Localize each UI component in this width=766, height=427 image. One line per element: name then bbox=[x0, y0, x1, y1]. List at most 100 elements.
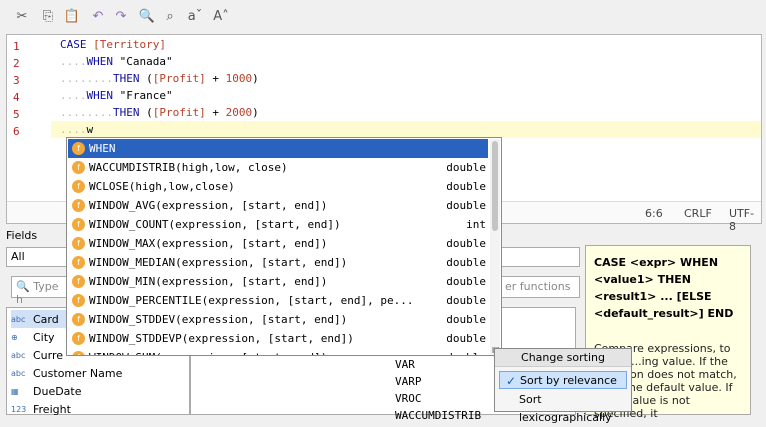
code-token: WHEN bbox=[86, 55, 120, 68]
line-ending[interactable]: CRLF bbox=[684, 207, 712, 220]
autocomplete-item-name: WINDOW_STDDEV(expression, [start, end]) bbox=[89, 313, 348, 326]
code-token: + bbox=[205, 106, 226, 119]
function-icon: f bbox=[72, 142, 85, 155]
field-type-icon: abc bbox=[11, 368, 26, 378]
function-item[interactable]: VAR bbox=[395, 358, 415, 371]
autocomplete-item-type: double bbox=[446, 237, 486, 250]
autocomplete-item[interactable]: f WINDOW_MEDIAN(expression, [start, end])… bbox=[68, 253, 488, 272]
code-token: "France" bbox=[119, 89, 173, 102]
field-type-icon: 123 bbox=[11, 404, 27, 414]
autocomplete-item-type: double bbox=[446, 256, 486, 269]
line-number: 3 bbox=[13, 74, 20, 87]
find-icon[interactable]: 🔍 bbox=[137, 6, 157, 26]
encoding[interactable]: UTF-8 bbox=[729, 207, 761, 233]
code-token: WHEN bbox=[86, 89, 120, 102]
code-token: "Canada" bbox=[119, 55, 173, 68]
field-item-label: Customer Name bbox=[33, 366, 123, 380]
field-type-icon: abc bbox=[11, 314, 26, 324]
field-item-label: Freight bbox=[33, 402, 71, 416]
uppercase-icon[interactable]: A˄ bbox=[211, 6, 231, 26]
scrollbar-thumb[interactable] bbox=[492, 141, 498, 231]
replace-icon[interactable]: ⌕ bbox=[160, 6, 180, 26]
autocomplete-item[interactable]: f WINDOW_STDDEV(expression, [start, end])… bbox=[68, 310, 488, 329]
autocomplete-item-name: WINDOW_AVG(expression, [start, end]) bbox=[89, 199, 328, 212]
autocomplete-item[interactable]: f WHEN bbox=[68, 139, 488, 158]
code-token: ) bbox=[252, 106, 259, 119]
autocomplete-item-type: double bbox=[446, 294, 486, 307]
autocomplete-item[interactable]: f WINDOW_STDDEVP(expression, [start, end]… bbox=[68, 329, 488, 348]
sort-menu: Change sorting ✓ Sort by relevance Sort le… bbox=[494, 348, 632, 424]
field-type-icon: abc bbox=[11, 350, 26, 360]
function-icon: f bbox=[72, 256, 85, 269]
code-line: ....WHEN "France" bbox=[60, 87, 173, 104]
cursor-position: 6:6 bbox=[645, 207, 663, 220]
code-token: ) bbox=[252, 72, 259, 85]
line-number: 2 bbox=[13, 57, 20, 70]
fields-label: Fields bbox=[6, 229, 38, 242]
paste-icon[interactable]: 📋 bbox=[62, 6, 82, 26]
undo-icon[interactable]: ↶ bbox=[88, 6, 108, 26]
current-line-highlight bbox=[51, 121, 761, 138]
function-category-dropdown[interactable] bbox=[500, 247, 580, 267]
autocomplete-item-type: double bbox=[446, 180, 486, 193]
function-item[interactable]: VROC bbox=[395, 392, 422, 405]
autocomplete-item[interactable]: f WINDOW_PERCENTILE(expression, [start, e… bbox=[68, 291, 488, 310]
autocomplete-item[interactable]: f WINDOW_MAX(expression, [start, end]) dou… bbox=[68, 234, 488, 253]
field-item-label: Curre bbox=[33, 348, 64, 362]
function-icon: f bbox=[72, 218, 85, 231]
autocomplete-item[interactable]: f WINDOW_COUNT(expression, [start, end]) i… bbox=[68, 215, 488, 234]
search-icon: 🔍 bbox=[16, 280, 34, 293]
cut-icon[interactable]: ✂ bbox=[12, 6, 32, 26]
code-token: THEN bbox=[112, 72, 147, 85]
lowercase-icon[interactable]: aˇ bbox=[185, 6, 205, 26]
sort-menu-header: Change sorting bbox=[495, 349, 631, 367]
code-token: ........ bbox=[60, 106, 113, 119]
copy-icon[interactable]: ⎘ bbox=[38, 6, 58, 26]
code-token: .... bbox=[60, 89, 87, 102]
function-icon: f bbox=[72, 275, 85, 288]
autocomplete-item[interactable]: f WINDOW_AVG(expression, [start, end]) dou… bbox=[68, 196, 488, 215]
code-token: CASE bbox=[60, 38, 94, 51]
function-search-input[interactable]: er functions bbox=[500, 276, 580, 298]
fields-filter-dropdown[interactable]: All bbox=[6, 247, 74, 267]
code-token: + bbox=[205, 72, 226, 85]
code-token: .... bbox=[60, 55, 87, 68]
function-icon: f bbox=[72, 237, 85, 250]
autocomplete-item-name: WINDOW_MEDIAN(expression, [start, end]) bbox=[89, 256, 348, 269]
toolbar: ✂ ⎘ 📋 ↶ ↷ 🔍 ⌕ aˇ A˄ bbox=[0, 0, 766, 33]
field-item-label: DueDate bbox=[33, 384, 82, 398]
autocomplete-item-type: double bbox=[446, 332, 486, 345]
field-item[interactable]: ▦ DueDate bbox=[11, 382, 181, 400]
field-search-input[interactable]: 🔍 Type h bbox=[11, 276, 71, 306]
autocomplete-item-name: WINDOW_MAX(expression, [start, end]) bbox=[89, 237, 328, 250]
function-icon: f bbox=[72, 180, 85, 193]
autocomplete-item[interactable]: f WINDOW_MIN(expression, [start, end]) dou… bbox=[68, 272, 488, 291]
autocomplete-item[interactable]: f WACCUMDISTRIB(high,low, close) double bbox=[68, 158, 488, 177]
autocomplete-item-type: double bbox=[446, 161, 486, 174]
function-icon: f bbox=[72, 351, 85, 355]
sort-option-label: Sort lexicographically bbox=[519, 393, 612, 424]
autocomplete-scrollbar[interactable] bbox=[490, 139, 500, 355]
autocomplete-item[interactable]: f WCLOSE(high,low,close) double bbox=[68, 177, 488, 196]
autocomplete-popup[interactable]: f WHEN f WACCUMDISTRIB(high,low, close) doub… bbox=[66, 137, 502, 356]
code-line: ....WHEN "Canada" bbox=[60, 53, 173, 70]
sort-lexicographically-option[interactable]: Sort lexicographically bbox=[499, 391, 627, 424]
autocomplete-item-type: double bbox=[446, 199, 486, 212]
function-icon: f bbox=[72, 199, 85, 212]
field-item[interactable]: 123 Freight bbox=[11, 400, 181, 418]
function-icon: f bbox=[72, 313, 85, 326]
autocomplete-item-name: WINDOW_SUM(expression, [start, end]) bbox=[89, 351, 428, 355]
autocomplete-item[interactable]: f WINDOW_SUM(expression, [start, end])dou… bbox=[68, 348, 488, 355]
function-icon: f bbox=[72, 294, 85, 307]
autocomplete-item-type: double bbox=[446, 313, 486, 326]
sort-by-relevance-option[interactable]: ✓ Sort by relevance bbox=[499, 371, 627, 389]
autocomplete-item-name: WINDOW_COUNT(expression, [start, end]) bbox=[89, 218, 341, 231]
field-type-icon: ▦ bbox=[11, 386, 19, 396]
code-token: ( bbox=[146, 106, 153, 119]
field-item[interactable]: abc Customer Name bbox=[11, 364, 181, 382]
autocomplete-item-name: WACCUMDISTRIB(high,low, close) bbox=[89, 161, 288, 174]
function-item[interactable]: VARP bbox=[395, 375, 422, 388]
redo-icon[interactable]: ↷ bbox=[111, 6, 131, 26]
function-item[interactable]: WACCUMDISTRIB bbox=[395, 409, 481, 422]
sort-option-label: Sort by relevance bbox=[520, 374, 617, 387]
